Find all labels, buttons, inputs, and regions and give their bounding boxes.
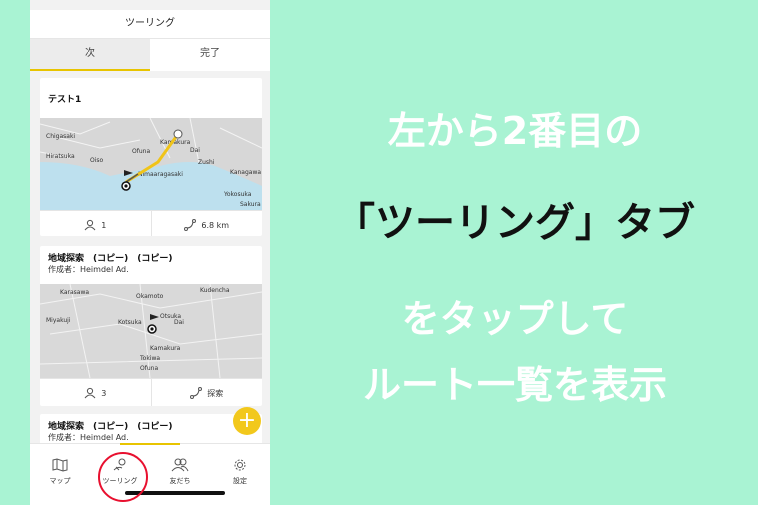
member-count: 1 xyxy=(40,211,151,236)
route-title: 地域探索 (コピー) (コピー) xyxy=(48,254,173,264)
map-label: Kamakura xyxy=(150,345,181,352)
route-icon xyxy=(190,387,203,399)
map-label: Dai xyxy=(174,319,184,326)
person-icon xyxy=(84,219,96,231)
route-stats: 3 探索 xyxy=(40,378,262,406)
tab-next[interactable]: 次 xyxy=(30,39,150,71)
route-card[interactable]: テスト1 Chigasaki Kamakura Ofuna Dai Zushi … xyxy=(40,78,262,236)
map-label: Sakura xyxy=(240,201,261,208)
route-title: テスト1 xyxy=(48,95,82,105)
map-label: Zushi xyxy=(198,159,215,166)
bottom-nav: マップ ツーリング 友だち 設定 xyxy=(30,443,270,505)
page-title: ツーリング xyxy=(30,10,270,38)
nav-item-friends[interactable]: 友だち xyxy=(150,444,210,505)
tab-completed[interactable]: 完了 xyxy=(150,39,270,71)
gear-icon xyxy=(234,459,246,471)
member-count: 3 xyxy=(40,379,151,406)
map-label: Tokiwa xyxy=(139,355,160,362)
map-label: Yokosuka xyxy=(223,191,252,198)
map-label: Miyakuji xyxy=(46,317,71,324)
nav-item-settings[interactable]: 設定 xyxy=(210,444,270,505)
start-marker xyxy=(173,129,183,139)
route-map: Karasawa Okamoto Kudencha Miyakuji Kotsu… xyxy=(40,284,262,378)
route-title: 地域探索 (コピー) (コピー) xyxy=(48,422,173,432)
map-label: Okamoto xyxy=(136,293,164,300)
add-route-button[interactable]: + xyxy=(233,407,261,435)
person-icon xyxy=(84,387,96,399)
phone-screen: ツーリング 次 完了 テスト1 Chigasaki Kamakura Ofuna… xyxy=(30,0,270,505)
map-label: Ofuna xyxy=(140,365,158,372)
active-tab-indicator xyxy=(120,443,180,445)
map-label: Chigasaki xyxy=(46,133,75,140)
route-type: 探索 xyxy=(150,379,263,406)
route-author: 作成者：Heimdel Ad. xyxy=(48,265,129,274)
map-label: Hiratsuka xyxy=(46,153,75,160)
caption-line-2: 「ツーリング」タブ xyxy=(335,200,695,246)
route-distance: 6.8 km xyxy=(150,211,263,236)
map-label: Oiso xyxy=(90,157,104,164)
tab-bar: 次 完了 xyxy=(30,38,270,71)
map-label: Ofuna xyxy=(132,148,150,155)
map-label: Kudencha xyxy=(200,287,230,294)
highlight-circle xyxy=(98,452,148,502)
nav-item-map[interactable]: マップ xyxy=(30,444,90,505)
caption-line-3: をタップして xyxy=(401,297,629,341)
route-icon xyxy=(184,219,197,231)
map-label: Karasawa xyxy=(60,289,89,296)
friends-icon xyxy=(171,458,189,472)
route-map: Chigasaki Kamakura Ofuna Dai Zushi Hirat… xyxy=(40,118,262,210)
map-label: Kotsuka xyxy=(118,319,142,326)
map-label: Kanagawa xyxy=(230,169,261,176)
route-card[interactable]: 地域探索 (コピー) (コピー) 作成者：Heimdel Ad. Karasaw… xyxy=(40,246,262,406)
route-author: 作成者：Heimdel Ad. xyxy=(48,433,129,442)
map-icon xyxy=(52,458,68,472)
caption-line-4: ルート一覧を表示 xyxy=(362,363,667,407)
map-label: Nimaaragasaki xyxy=(138,171,183,178)
map-label: Dai xyxy=(190,147,200,154)
route-stats: 1 6.8 km xyxy=(40,210,262,236)
caption-line-1: 左から2番目の xyxy=(387,109,643,153)
